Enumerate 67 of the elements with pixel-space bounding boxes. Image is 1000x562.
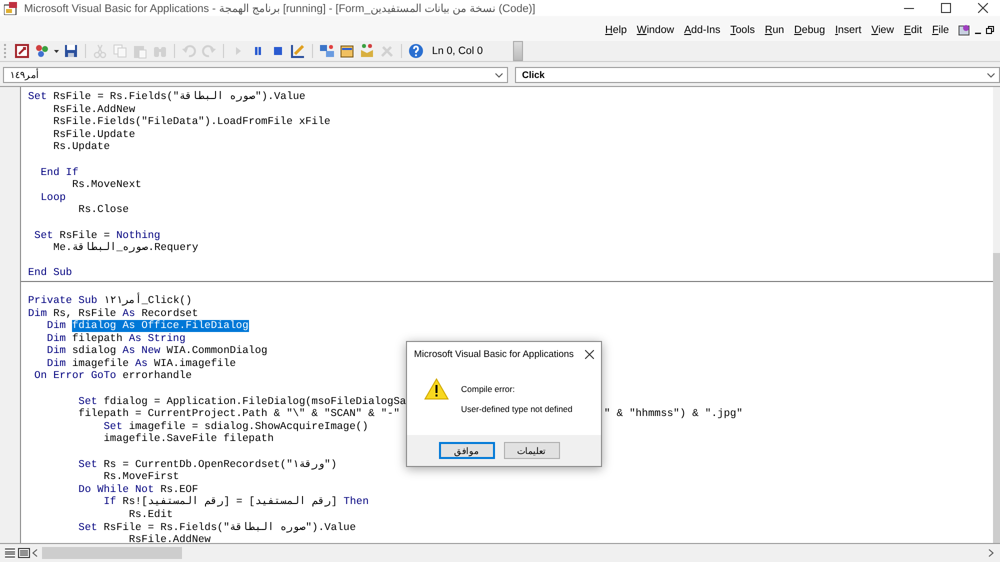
code-line: " & "hhmmss") & ".jpg" xyxy=(604,408,743,421)
code-line: RsFile.Fields("FileData").LoadFromFile xFile xyxy=(52,116,330,128)
scroll-right-icon[interactable] xyxy=(988,549,994,557)
code-line: Set RsFile = Nothing xyxy=(33,230,160,242)
warning-icon xyxy=(424,378,449,400)
code-line: Rs.MoveNext xyxy=(71,179,142,192)
dialog-button[interactable]: تعليمات xyxy=(504,442,560,459)
dropdown[interactable]: أمر١٤٩ xyxy=(3,67,508,83)
code-line: Dim Rs, RsFile As Recordset xyxy=(28,308,198,320)
menu-item[interactable]: Window xyxy=(632,24,680,36)
vertical-scrollbar[interactable] xyxy=(993,87,1000,543)
window-title: Microsoft Visual Basic for Applications - برنامج الهمجة [running] - [Form_نسخة من بيانات المستفيدين (Code)] xyxy=(24,2,536,14)
menu-item[interactable]: Insert xyxy=(830,24,866,36)
dropdown-arrow-icon[interactable] xyxy=(54,50,59,52)
scrollbar-thumb[interactable] xyxy=(42,547,182,559)
document-icon[interactable] xyxy=(958,24,971,36)
dialog-button[interactable]: موافق xyxy=(438,442,494,459)
dialog-title: Microsoft Visual Basic for Applications xyxy=(414,349,574,360)
save-icon[interactable] xyxy=(63,43,79,59)
code-line: On Error GoTo errorhandle xyxy=(33,370,192,382)
cursor-position: Ln 0, Col 0 xyxy=(432,45,483,57)
menu-item[interactable]: View xyxy=(866,24,899,36)
code-line: imagefile.SaveFile filepath xyxy=(102,433,274,446)
close-icon[interactable] xyxy=(978,3,988,13)
code-line: Set fdialog = Application.FileDialog(msoFileDialogSa xyxy=(77,396,406,408)
code-line: Rs.Edit xyxy=(128,509,173,521)
menu-item[interactable]: File xyxy=(927,24,954,36)
code-line: RsFile.AddNew xyxy=(52,104,136,116)
close-icon[interactable] xyxy=(585,350,594,359)
restore-icon[interactable] xyxy=(986,26,994,34)
box-icon[interactable] xyxy=(359,43,375,59)
code-line: Loop xyxy=(40,192,66,204)
menu-item[interactable]: Add-Ins xyxy=(679,24,726,36)
error-heading: Compile error: xyxy=(461,384,516,394)
scrollbar-thumb[interactable] xyxy=(993,253,1000,543)
form-insert-icon[interactable] xyxy=(34,43,50,59)
code-line: End If xyxy=(40,166,78,179)
scroll-left-icon[interactable] xyxy=(32,549,38,557)
code-line: Dim fdialog As Office.FileDialog xyxy=(46,320,249,332)
code-line: RsFile.Update xyxy=(52,128,136,141)
help-icon[interactable] xyxy=(408,43,424,59)
code-line: Dim filepath As String xyxy=(46,332,186,345)
code-line: Me.صوره_البطاقة.Requery xyxy=(52,242,198,254)
code-line: RsFile.AddNew xyxy=(128,534,211,543)
dropdown[interactable]: Click xyxy=(515,67,1000,83)
menu-item[interactable]: Help xyxy=(600,24,632,36)
menu-item[interactable]: Run xyxy=(760,24,790,36)
code-line: Dim imagefile As WIA.imagefile xyxy=(46,358,236,370)
procedure-view-icon[interactable] xyxy=(4,548,16,558)
properties-icon[interactable] xyxy=(339,43,355,59)
error-message: User-defined type not defined xyxy=(461,404,573,414)
app-icon[interactable] xyxy=(14,43,30,59)
menu-item[interactable]: Edit xyxy=(898,24,928,36)
maximize-icon[interactable] xyxy=(941,3,951,13)
code-line: Rs.Update xyxy=(52,141,110,154)
code-line: filepath = CurrentProject.Path & "\" & "SCAN" & "-" xyxy=(77,408,400,420)
code-line: End Sub xyxy=(28,267,72,280)
full-module-view-icon[interactable] xyxy=(18,548,30,558)
code-line: Do While Not Rs.EOF xyxy=(77,484,198,496)
code-line: Rs.MoveFirst xyxy=(102,471,180,484)
ruler-pencil-icon[interactable] xyxy=(290,43,306,59)
code-line: Set imagefile = sdialog.ShowAcquireImage() xyxy=(102,420,368,433)
menu-item[interactable]: Tools xyxy=(725,24,760,36)
code-line: Rs.Close xyxy=(77,204,129,216)
project-tree-icon[interactable] xyxy=(319,43,335,59)
menu-item[interactable]: Debug xyxy=(789,24,830,36)
code-line: Dim sdialog As New WIA.CommonDialog xyxy=(46,345,268,358)
